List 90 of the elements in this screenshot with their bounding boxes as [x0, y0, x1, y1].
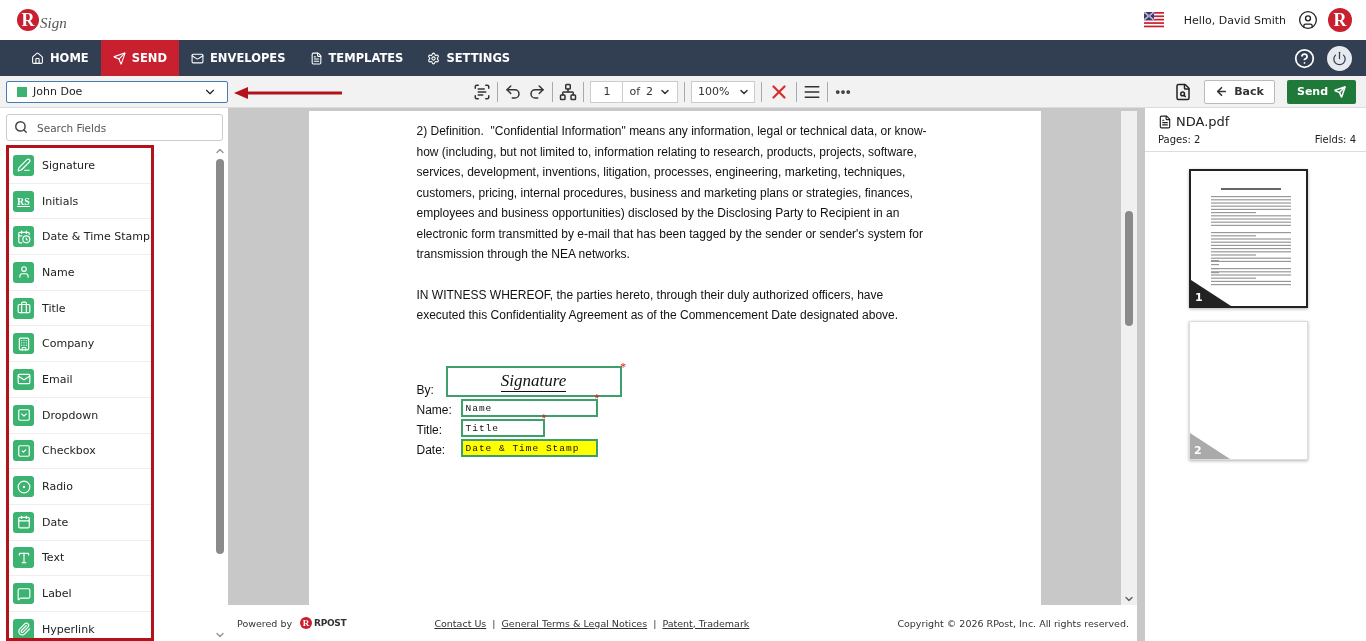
- field-item[interactable]: Hyperlink: [9, 611, 151, 638]
- power-button[interactable]: [1327, 45, 1352, 71]
- file-name: NDA.pdf: [1176, 114, 1230, 129]
- footer-link[interactable]: General Terms & Legal Notices: [501, 617, 648, 629]
- email-icon: [13, 368, 34, 390]
- document-icon: [1158, 114, 1172, 129]
- field-item[interactable]: Text: [9, 540, 151, 577]
- nav-tab[interactable]: ENVELOPES: [179, 40, 298, 76]
- scrollbar[interactable]: [1121, 111, 1137, 605]
- name-icon: [13, 261, 34, 283]
- help-icon[interactable]: [1294, 47, 1315, 69]
- radio-icon: [13, 476, 34, 498]
- redo-icon[interactable]: [528, 82, 547, 101]
- page-selector[interactable]: 1 of 2: [590, 80, 679, 103]
- envelope-icon: [191, 51, 204, 65]
- home-icon: [31, 51, 44, 65]
- link-separator: |: [492, 617, 496, 629]
- hierarchy-icon[interactable]: [559, 82, 578, 101]
- field-item[interactable]: Signature: [9, 148, 151, 184]
- scroll-thumb[interactable]: [216, 159, 224, 554]
- document-paragraph: IN WITNESS WHEREOF, the parties hereto, through their duly authorized officers, have executed this Confidentiality Agreement as of the Commencement Date designated above.: [416, 286, 900, 324]
- field-count: Fields: 4: [1314, 134, 1356, 145]
- signature-icon: [13, 154, 34, 176]
- nav-tab[interactable]: SEND: [100, 40, 179, 76]
- title-icon: [13, 297, 34, 319]
- label-icon: [13, 583, 34, 605]
- checkbox-icon: [13, 440, 34, 462]
- arrow-left-icon: [1215, 85, 1229, 98]
- user-greeting: Hello, David Smith: [1183, 13, 1286, 27]
- link-separator: |: [653, 617, 657, 629]
- field-item[interactable]: Title: [9, 290, 151, 327]
- field-item[interactable]: RS Initials: [9, 183, 151, 220]
- form-label: By:: [416, 382, 435, 397]
- page-corner-icon: [1190, 433, 1230, 459]
- field-item[interactable]: Radio: [9, 469, 151, 505]
- page-number: 1: [1195, 291, 1203, 304]
- hyperlink-icon: [13, 618, 34, 638]
- form-label: Title:: [416, 422, 444, 437]
- form-label: Name:: [416, 402, 453, 417]
- logo-text: Sign: [40, 14, 67, 32]
- footer-link[interactable]: Contact Us: [434, 617, 487, 629]
- brand-mark: R: [300, 617, 313, 629]
- date-icon: [13, 511, 34, 533]
- field-item[interactable]: Company: [9, 326, 151, 363]
- copyright-text: Copyright © 2026 RPost, Inc. All rights reserved.: [897, 617, 1129, 629]
- gear-icon: [427, 51, 441, 65]
- footer-link[interactable]: Patent, Trademark: [662, 617, 750, 629]
- field-item[interactable]: Email: [9, 362, 151, 398]
- initials-icon: RS: [13, 190, 34, 212]
- undo-icon[interactable]: [504, 82, 523, 101]
- page-corner-icon: [1191, 280, 1231, 306]
- logo-mark: R: [17, 9, 39, 31]
- zoom-dropdown[interactable]: 100%: [691, 80, 755, 103]
- scroll-thumb[interactable]: [1125, 211, 1133, 326]
- field-item[interactable]: Label: [9, 576, 151, 612]
- nav-tab[interactable]: TEMPLATES: [297, 40, 416, 76]
- power-icon: [1332, 50, 1347, 66]
- avatar[interactable]: R: [1328, 8, 1352, 32]
- document-preview-icon[interactable]: [1174, 82, 1192, 101]
- nav-tab[interactable]: HOME: [19, 40, 101, 76]
- required-asterisk: *: [619, 359, 626, 375]
- search-field[interactable]: Search Fields: [6, 114, 223, 141]
- flag-icon[interactable]: [1143, 12, 1164, 28]
- datetime-icon: [13, 226, 34, 248]
- powered-by-text: Powered by: [237, 617, 293, 629]
- field-item[interactable]: Dropdown: [9, 397, 151, 434]
- form-label: Date:: [416, 442, 447, 457]
- info-frame-icon[interactable]: [473, 82, 492, 101]
- back-button[interactable]: Back: [1204, 79, 1275, 104]
- user-icon[interactable]: [1298, 10, 1318, 30]
- send-button[interactable]: Send: [1287, 79, 1356, 104]
- text-icon: [13, 547, 34, 569]
- field-item[interactable]: Name: [9, 255, 151, 291]
- input-field[interactable]: Date & Time Stamp: [460, 438, 598, 457]
- field-item[interactable]: Checkbox: [9, 433, 151, 470]
- dropdown-icon: [13, 404, 34, 426]
- paper-plane-icon: [1334, 85, 1347, 98]
- nav-tab[interactable]: SETTINGS: [415, 40, 523, 76]
- recipient-dropdown[interactable]: John Doe: [6, 80, 228, 103]
- page-thumbnail[interactable]: 1: [1189, 169, 1308, 308]
- brand-text: RPOST: [314, 618, 347, 628]
- page-count: Pages: 2: [1158, 134, 1201, 145]
- company-icon: [13, 333, 34, 355]
- search-icon: [14, 120, 28, 134]
- field-item[interactable]: Date: [9, 504, 151, 541]
- document-icon: [309, 51, 323, 65]
- document-paragraph: 2) Definition. "Confidential Information" means any information, legal or technical data, or know-how (including, but not limited to, information relating to research, products, projects, software, services, development, inventions, litigation, processes, engineering, marketing, techniques, customers, pricing, internal procedures, business and marketing plans or strategies, finances, employees and business opportunities) disclosed by the Disclosing Party to Recipient in an electronic form transmitted by e-mail that has been tagged by the sender or sender's system for transmission through the NEA networks.: [416, 123, 928, 263]
- page-number: 2: [1194, 444, 1202, 457]
- field-item[interactable]: Date & Time Stamp: [9, 219, 151, 256]
- paper-plane-icon: [112, 51, 126, 65]
